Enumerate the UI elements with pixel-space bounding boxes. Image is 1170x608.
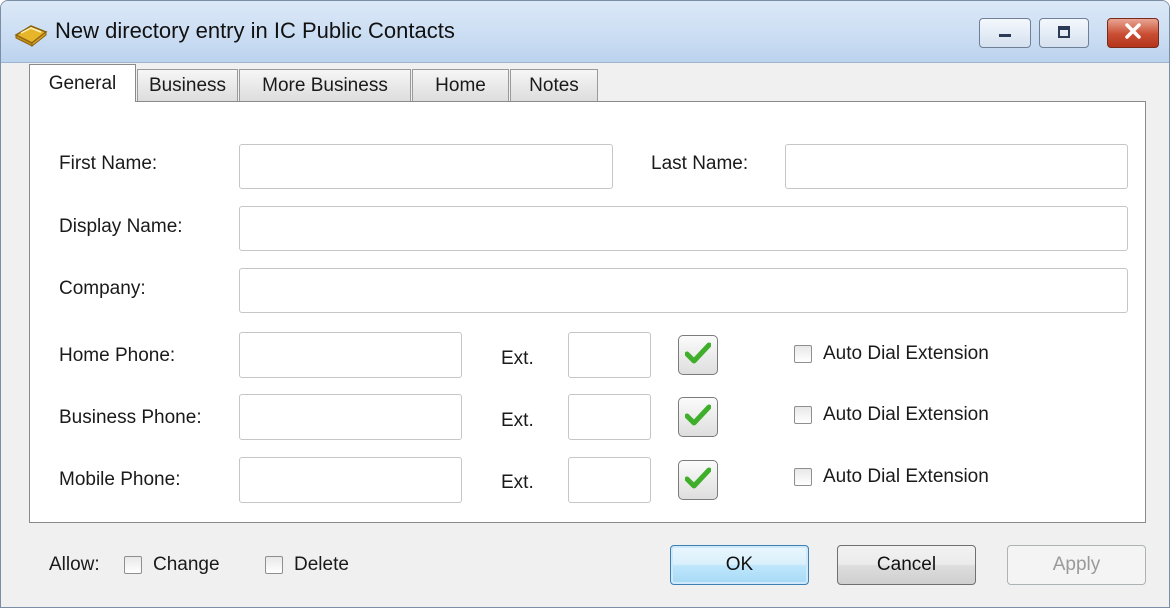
ok-button[interactable]: OK — [670, 545, 809, 585]
maximize-button[interactable] — [1039, 18, 1089, 48]
business-phone-field[interactable] — [239, 394, 462, 440]
business-phone-label: Business Phone: — [59, 407, 202, 428]
business-ext-label: Ext. — [501, 410, 534, 431]
dialog-body: General Business More Business Home Note… — [1, 63, 1169, 607]
mobile-auto-dial-label: Auto Dial Extension — [823, 466, 989, 487]
window-title: New directory entry in IC Public Contact… — [55, 18, 455, 43]
tab-notes[interactable]: Notes — [510, 69, 598, 102]
apply-button[interactable]: Apply — [1007, 545, 1146, 585]
allow-delete-checkbox[interactable] — [265, 556, 283, 574]
allow-change-checkbox[interactable] — [124, 556, 142, 574]
mobile-phone-check-button[interactable] — [678, 460, 718, 500]
maximize-icon — [1056, 23, 1072, 44]
home-phone-check-button[interactable] — [678, 335, 718, 375]
home-ext-label: Ext. — [501, 348, 534, 369]
first-name-field[interactable] — [239, 144, 613, 189]
title-bar[interactable]: New directory entry in IC Public Contact… — [1, 1, 1169, 63]
allow-change-label: Change — [153, 554, 220, 575]
mobile-ext-label: Ext. — [501, 472, 534, 493]
mobile-phone-label: Mobile Phone: — [59, 469, 181, 490]
tab-business[interactable]: Business — [137, 69, 238, 102]
green-check-icon — [684, 404, 712, 431]
company-field[interactable] — [239, 268, 1128, 313]
home-auto-dial-checkbox[interactable] — [794, 345, 812, 363]
home-auto-dial-label: Auto Dial Extension — [823, 343, 989, 364]
mobile-ext-field[interactable] — [568, 457, 651, 503]
display-name-field[interactable] — [239, 206, 1128, 251]
tab-home[interactable]: Home — [412, 69, 509, 102]
tab-more-business[interactable]: More Business — [239, 69, 411, 102]
last-name-label: Last Name: — [651, 153, 749, 174]
green-check-icon — [684, 467, 712, 494]
tab-general[interactable]: General — [29, 64, 136, 102]
home-ext-field[interactable] — [568, 332, 651, 378]
business-auto-dial-label: Auto Dial Extension — [823, 404, 989, 425]
first-name-label: First Name: — [59, 153, 158, 174]
dialog-window: New directory entry in IC Public Contact… — [0, 0, 1170, 608]
cancel-button[interactable]: Cancel — [837, 545, 976, 585]
close-icon — [1124, 22, 1142, 44]
close-button[interactable] — [1107, 18, 1159, 48]
company-label: Company: — [59, 278, 146, 299]
minimize-icon — [997, 23, 1013, 44]
minimize-button[interactable] — [979, 18, 1031, 48]
display-name-label: Display Name: — [59, 216, 183, 237]
business-ext-field[interactable] — [568, 394, 651, 440]
green-check-icon — [684, 342, 712, 369]
allow-delete-label: Delete — [294, 554, 349, 575]
home-phone-field[interactable] — [239, 332, 462, 378]
mobile-phone-field[interactable] — [239, 457, 462, 503]
business-auto-dial-checkbox[interactable] — [794, 406, 812, 424]
address-book-icon — [13, 19, 49, 48]
business-phone-check-button[interactable] — [678, 397, 718, 437]
mobile-auto-dial-checkbox[interactable] — [794, 468, 812, 486]
allow-label: Allow: — [49, 554, 100, 575]
general-tab-panel: First Name: Last Name: Display Name: Com… — [29, 101, 1146, 523]
home-phone-label: Home Phone: — [59, 345, 176, 366]
last-name-field[interactable] — [785, 144, 1128, 189]
